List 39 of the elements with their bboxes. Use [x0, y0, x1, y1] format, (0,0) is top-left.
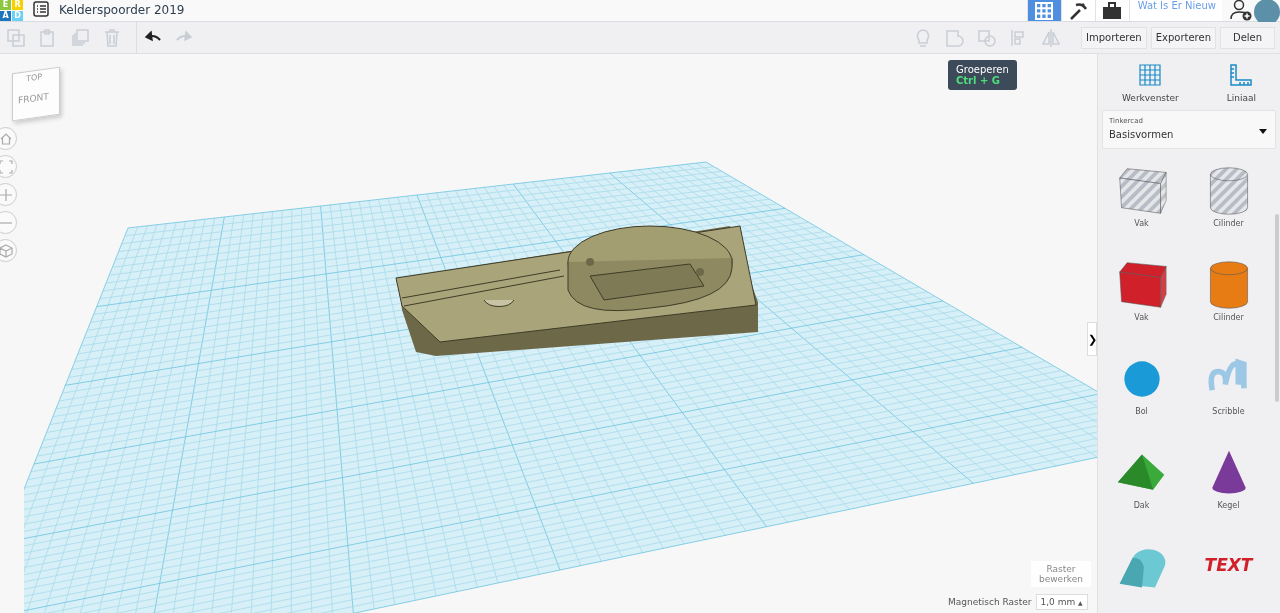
grid-icon	[1138, 63, 1163, 87]
tools-tab[interactable]	[1060, 0, 1095, 21]
shape-label: Cilinder	[1213, 219, 1244, 228]
shape-label: Dak	[1133, 501, 1150, 510]
shape-label: Vak	[1134, 219, 1149, 228]
home-button[interactable]	[0, 127, 17, 150]
caret-icon	[1259, 129, 1267, 134]
edit-grid-button[interactable]: Raster bewerken	[1031, 561, 1091, 587]
add-user-icon[interactable]	[1230, 0, 1252, 21]
ruler-button[interactable]: Liniaal	[1220, 62, 1262, 104]
shape-label: Bol	[1135, 407, 1148, 416]
share-button[interactable]: Delen	[1220, 26, 1275, 49]
ortho-view-button[interactable]	[0, 239, 17, 262]
shape-label: Cilinder	[1213, 313, 1244, 322]
design-title[interactable]: Kelderspoorder 2019	[59, 3, 185, 17]
briefcase-tab[interactable]	[1094, 0, 1129, 21]
zoom-in-button[interactable]	[0, 183, 17, 206]
model-drawing[interactable]	[395, 225, 758, 356]
shape-label: Vak	[1134, 313, 1149, 322]
workplane-button[interactable]: Werkvenster	[1115, 62, 1185, 104]
home-icon	[0, 131, 13, 146]
zoom-in-icon	[0, 187, 13, 202]
fit-view-button[interactable]	[0, 155, 17, 178]
export-button[interactable]: Exporteren	[1150, 26, 1216, 49]
import-button[interactable]: Importeren	[1081, 26, 1147, 49]
text-shape-art[interactable]: TEXT	[1204, 555, 1253, 575]
zoom-out-icon	[0, 221, 13, 224]
ruler-icon	[1229, 63, 1254, 87]
cube-front-label: FRONT	[18, 91, 49, 106]
fit-icon	[0, 159, 13, 174]
cube-top-label: TOP	[26, 72, 42, 84]
tooltip-title: Groeperen	[956, 64, 1009, 75]
tooltip-shortcut: Ctrl + G	[956, 75, 1001, 86]
snap-grid-label: Magnetisch Raster	[948, 597, 1032, 607]
zoom-out-button[interactable]	[0, 211, 17, 234]
ortho-icon	[0, 243, 13, 258]
shape-label: Scribble	[1212, 407, 1245, 416]
list-icon[interactable]	[33, 1, 49, 17]
shape-label: Kegel	[1217, 501, 1240, 510]
